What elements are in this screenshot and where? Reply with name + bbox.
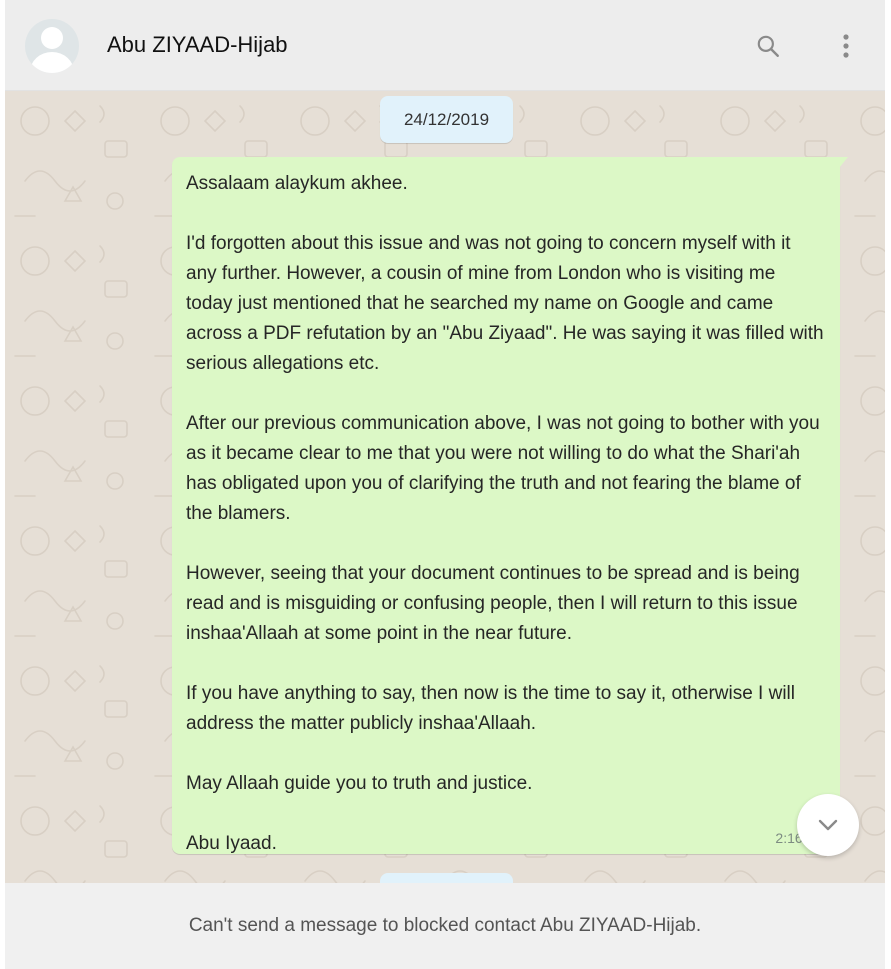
avatar[interactable] [25,19,79,73]
menu-button[interactable] [830,30,862,62]
chevron-down-icon [818,819,838,831]
more-vertical-icon [843,34,849,58]
blocked-notice: Can't send a message to blocked contact … [188,915,702,936]
outgoing-message-bubble[interactable]: Assalaam alaykum akhee. I'd forgotten ab… [172,157,840,854]
scroll-to-bottom-button[interactable] [797,794,859,856]
search-button[interactable] [752,30,784,62]
date-separator: 24/12/2019 [380,96,513,143]
message-paragraph: I'd forgotten about this issue and was n… [186,233,824,374]
chat-window: Abu ZIYAAD-Hijab 24/12/2019 Assalaam ala… [0,0,891,969]
blocked-contact-footer: Can't send a message to blocked contact … [5,883,885,969]
avatar-head-shape [41,27,63,49]
contact-name[interactable]: Abu ZIYAAD-Hijab [107,32,288,58]
message-paragraph: However, seeing that your document conti… [186,563,800,644]
message-paragraph: Assalaam alaykum akhee. [186,173,408,194]
message-paragraph: After our previous communication above, … [186,413,820,524]
avatar-body-shape [30,52,74,73]
bubble-tail [839,157,848,168]
message-paragraph: If you have anything to say, then now is… [186,683,796,734]
search-icon [757,35,779,57]
next-date-separator [380,873,513,883]
message-signature: Abu Iyaad. [186,833,277,854]
message-paragraph: May Allaah guide you to truth and justic… [186,773,533,794]
message-list[interactable]: 24/12/2019 Assalaam alaykum akhee. I'd f… [5,91,885,883]
chat-header: Abu ZIYAAD-Hijab [5,0,885,91]
